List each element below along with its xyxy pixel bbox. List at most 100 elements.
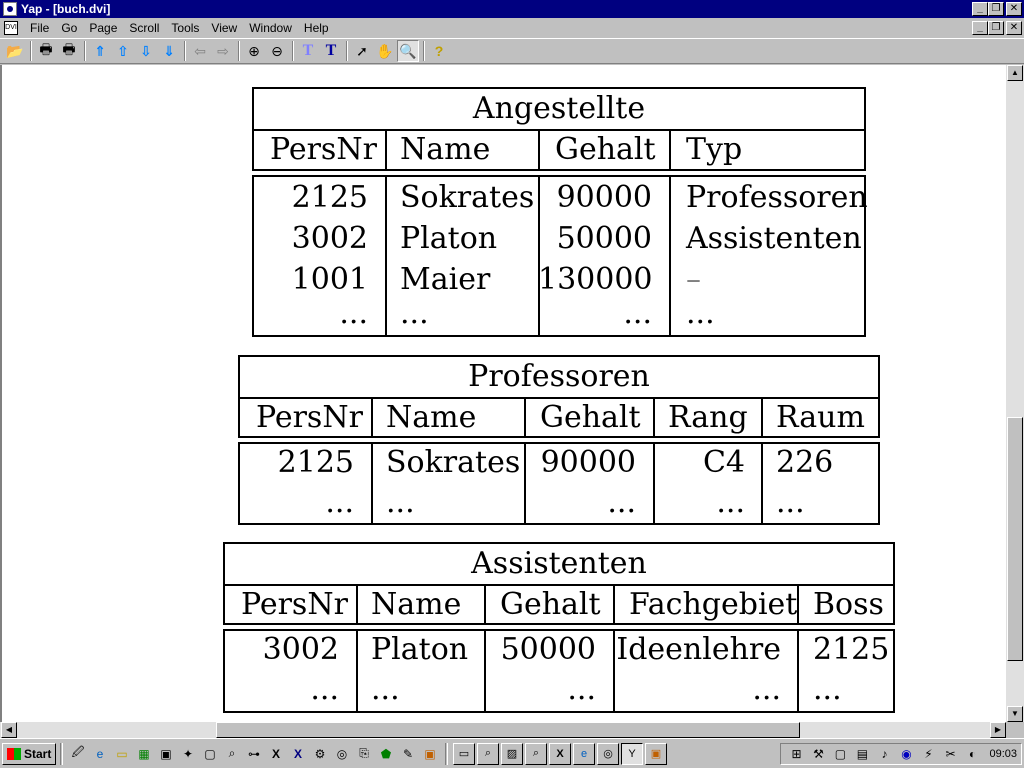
assistenten-body-box: 3002 Platon 50000 Ideenlehre 2125 ... ..… [223, 629, 895, 713]
tray-monitor-icon[interactable]: ▢ [830, 744, 850, 764]
doc-close-button[interactable]: ✕ [1006, 21, 1022, 35]
task-chart-button[interactable]: ▨ [501, 742, 523, 765]
font-icon[interactable]: T [320, 40, 342, 62]
print-icon[interactable]: 🖶 [35, 40, 57, 62]
task-target-button[interactable]: ◎ [597, 742, 619, 765]
hand-icon[interactable]: ✋ [374, 40, 396, 62]
tray-clip-icon[interactable]: ✂ [940, 744, 960, 764]
quicklaunch-paint-icon[interactable]: ✎ [398, 744, 418, 764]
magnifier-icon[interactable]: 🔍 [397, 40, 419, 62]
menu-page[interactable]: Page [83, 21, 123, 35]
open-icon[interactable]: 📂 [4, 40, 26, 62]
document-window-controls: _ ❐ ✕ [972, 21, 1022, 35]
menu-tools[interactable]: Tools [165, 21, 205, 35]
table-cell: 2125 [813, 632, 890, 667]
vertical-scroll-thumb[interactable] [1007, 417, 1023, 661]
quicklaunch-puzzle-icon[interactable]: ⚙ [310, 744, 330, 764]
toolbar-separator [346, 41, 348, 61]
quicklaunch-media-icon[interactable]: ▣ [420, 744, 440, 764]
tray-speaker-icon[interactable]: ♪ [874, 744, 894, 764]
tray-eye-icon[interactable]: ◉ [896, 744, 916, 764]
arrow-cursor-icon[interactable]: ➚ [351, 40, 373, 62]
tray-display-icon[interactable]: ▤ [852, 744, 872, 764]
toolbar-separator [84, 41, 86, 61]
menu-scroll[interactable]: Scroll [123, 21, 165, 35]
tray-tools-icon[interactable]: ⚒ [808, 744, 828, 764]
menu-file[interactable]: File [24, 21, 55, 35]
restore-button[interactable]: ❐ [988, 2, 1004, 16]
table-cell: 50000 [500, 632, 596, 667]
scroll-up-icon[interactable]: ▲ [1007, 65, 1023, 81]
table-cell: 3002 [262, 632, 339, 667]
assistenten-header-box: Assistenten PersNr Name Gehalt Fachgebie… [223, 542, 895, 625]
quicklaunch-tools-icon[interactable]: ✦ [178, 744, 198, 764]
task-ie-button[interactable]: e [573, 742, 595, 765]
quicklaunch-ie-icon[interactable]: e [90, 744, 110, 764]
doc-restore-button[interactable]: ❐ [988, 21, 1004, 35]
quicklaunch-x-icon[interactable]: X [266, 744, 286, 764]
task-folder-button[interactable]: ▭ [453, 742, 475, 765]
tray-network-icon[interactable]: ⊞ [786, 744, 806, 764]
table-cell: 1001 [291, 262, 368, 297]
zoom-out-icon[interactable]: ⊖ [266, 40, 288, 62]
doc-minimize-button[interactable]: _ [972, 21, 988, 35]
quicklaunch-x2-icon[interactable]: X [288, 744, 308, 764]
font-outline-icon[interactable]: T [297, 40, 319, 62]
zoom-in-icon[interactable]: ⊕ [243, 40, 265, 62]
column-header: Rang [668, 400, 748, 435]
task-yap-button[interactable]: Y [621, 742, 643, 765]
document-icon[interactable]: DVI [4, 21, 18, 35]
quicklaunch-monitor-icon[interactable]: ▢ [200, 744, 220, 764]
menu-view[interactable]: View [205, 21, 243, 35]
clock[interactable]: 09:03 [989, 748, 1017, 760]
menu-go[interactable]: Go [55, 21, 83, 35]
document-viewport[interactable]: Angestellte PersNr Name Gehalt Typ 2125 … [0, 65, 1006, 722]
next-page-icon[interactable]: ⇩ [135, 40, 157, 62]
start-label: Start [24, 746, 52, 761]
minimize-button[interactable]: _ [972, 2, 988, 16]
print-setup-icon[interactable]: 🖶 [58, 40, 80, 62]
start-button[interactable]: Start [2, 742, 56, 765]
quicklaunch-share-icon[interactable]: ⎘ [354, 744, 374, 764]
forward-icon[interactable]: ⇨ [212, 40, 234, 62]
table-cell: Platon [371, 632, 469, 667]
last-page-icon[interactable]: ⇓ [158, 40, 180, 62]
table-cell: ... [607, 485, 636, 520]
tray-power-icon[interactable]: ⚡ [918, 744, 938, 764]
quicklaunch-target-icon[interactable]: ◎ [332, 744, 352, 764]
task-media-button[interactable]: ▣ [645, 742, 667, 765]
scroll-right-icon[interactable]: ▶ [990, 722, 1006, 738]
quicklaunch-app-icon[interactable]: ▣ [156, 744, 176, 764]
table-title: Professoren [468, 359, 650, 394]
title-bar: Yap - [buch.dvi] _ ❐ ✕ [0, 0, 1024, 18]
tray-misc-icon[interactable]: ◐ [962, 744, 982, 764]
quicklaunch-search-icon[interactable]: ⌕ [222, 744, 242, 764]
quicklaunch-desktop-icon[interactable]: 🖉 [68, 744, 88, 764]
scroll-down-icon[interactable]: ▼ [1007, 706, 1023, 722]
toolbar-separator [423, 41, 425, 61]
scroll-left-icon[interactable]: ◀ [1, 722, 17, 738]
help-icon[interactable]: ? [428, 40, 450, 62]
menu-help[interactable]: Help [298, 21, 335, 35]
taskbar: Start 🖉 e ▭ ▦ ▣ ✦ ▢ ⌕ ⊶ X X ⚙ ◎ ⎘ ⬟ ✎ ▣ … [0, 738, 1024, 768]
table-cell: 90000 [556, 180, 652, 215]
close-button[interactable]: ✕ [1006, 2, 1022, 16]
prev-page-icon[interactable]: ⇧ [112, 40, 134, 62]
horizontal-scroll-thumb[interactable] [216, 722, 800, 738]
quicklaunch-folder-icon[interactable]: ▭ [112, 744, 132, 764]
horizontal-scrollbar[interactable]: ◀ ▶ [0, 722, 1006, 738]
menu-window[interactable]: Window [243, 21, 298, 35]
column-header: Gehalt [540, 400, 641, 435]
task-x-button[interactable]: X [549, 742, 571, 765]
first-page-icon[interactable]: ⇑ [89, 40, 111, 62]
vertical-scrollbar[interactable]: ▲ ▼ [1006, 65, 1024, 722]
yap-app-icon[interactable] [3, 2, 17, 16]
column-header: PersNr [241, 587, 348, 622]
back-icon[interactable]: ⇦ [189, 40, 211, 62]
quicklaunch-network-icon[interactable]: ⊶ [244, 744, 264, 764]
task-explorer-button[interactable]: ⌕ [477, 742, 499, 765]
quicklaunch-shield-icon[interactable]: ⬟ [376, 744, 396, 764]
task-find-button[interactable]: ⌕ [525, 742, 547, 765]
quicklaunch-grid-icon[interactable]: ▦ [134, 744, 154, 764]
table-cell: 130000 [538, 262, 653, 297]
